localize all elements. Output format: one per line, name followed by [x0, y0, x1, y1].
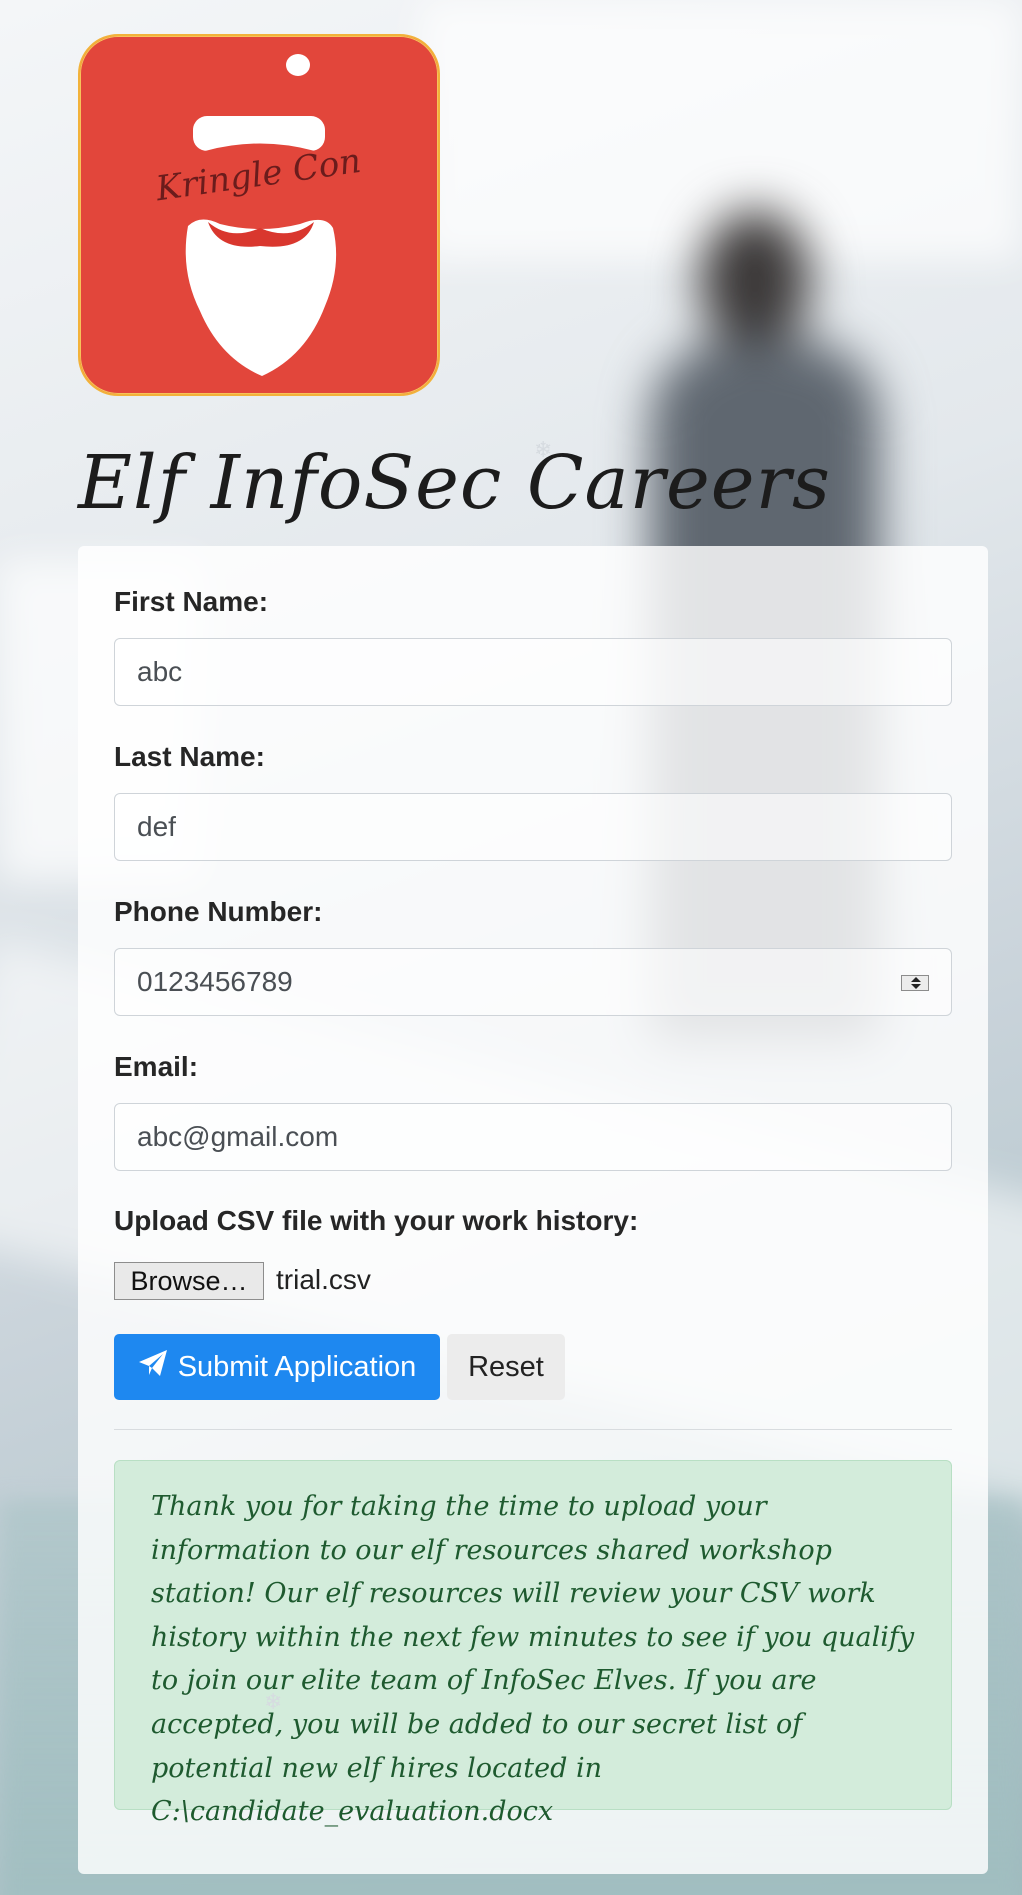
notice-text: Thank you for taking the time to upload … — [151, 1491, 915, 1828]
number-spinner[interactable] — [901, 975, 929, 991]
browse-button[interactable]: Browse… — [114, 1262, 264, 1300]
phone-label: Phone Number: — [114, 896, 323, 927]
snowflake-icon: ❄ — [264, 1690, 283, 1715]
email-value: abc@gmail.com — [137, 1121, 339, 1152]
first-name-value: abc — [137, 656, 183, 687]
paper-plane-icon — [138, 1349, 168, 1385]
snowflake-icon: ❄ — [534, 438, 553, 463]
submit-application-button[interactable]: Submit Application — [114, 1334, 440, 1400]
submission-notice: Thank you for taking the time to upload … — [114, 1460, 952, 1827]
phone-value: 0123456789 — [137, 966, 293, 997]
last-name-input[interactable]: def — [114, 793, 952, 861]
phone-input[interactable]: 0123456789 — [114, 948, 952, 1016]
page-title: Elf InfoSec Careers — [78, 440, 831, 526]
first-name-input[interactable]: abc — [114, 638, 952, 706]
email-label: Email: — [114, 1051, 199, 1082]
email-input[interactable]: abc@gmail.com — [114, 1103, 952, 1171]
divider — [114, 1429, 952, 1430]
last-name-label: Last Name: — [114, 741, 265, 772]
selected-file-name: trial.csv — [276, 1264, 371, 1295]
submit-label: Submit Application — [177, 1350, 417, 1383]
reset-button[interactable]: Reset — [447, 1334, 565, 1400]
kringlecon-logo: Kringle Con — [78, 34, 440, 396]
upload-label: Upload CSV file with your work history: — [114, 1205, 639, 1236]
last-name-value: def — [137, 811, 176, 842]
first-name-label: First Name: — [114, 586, 269, 617]
